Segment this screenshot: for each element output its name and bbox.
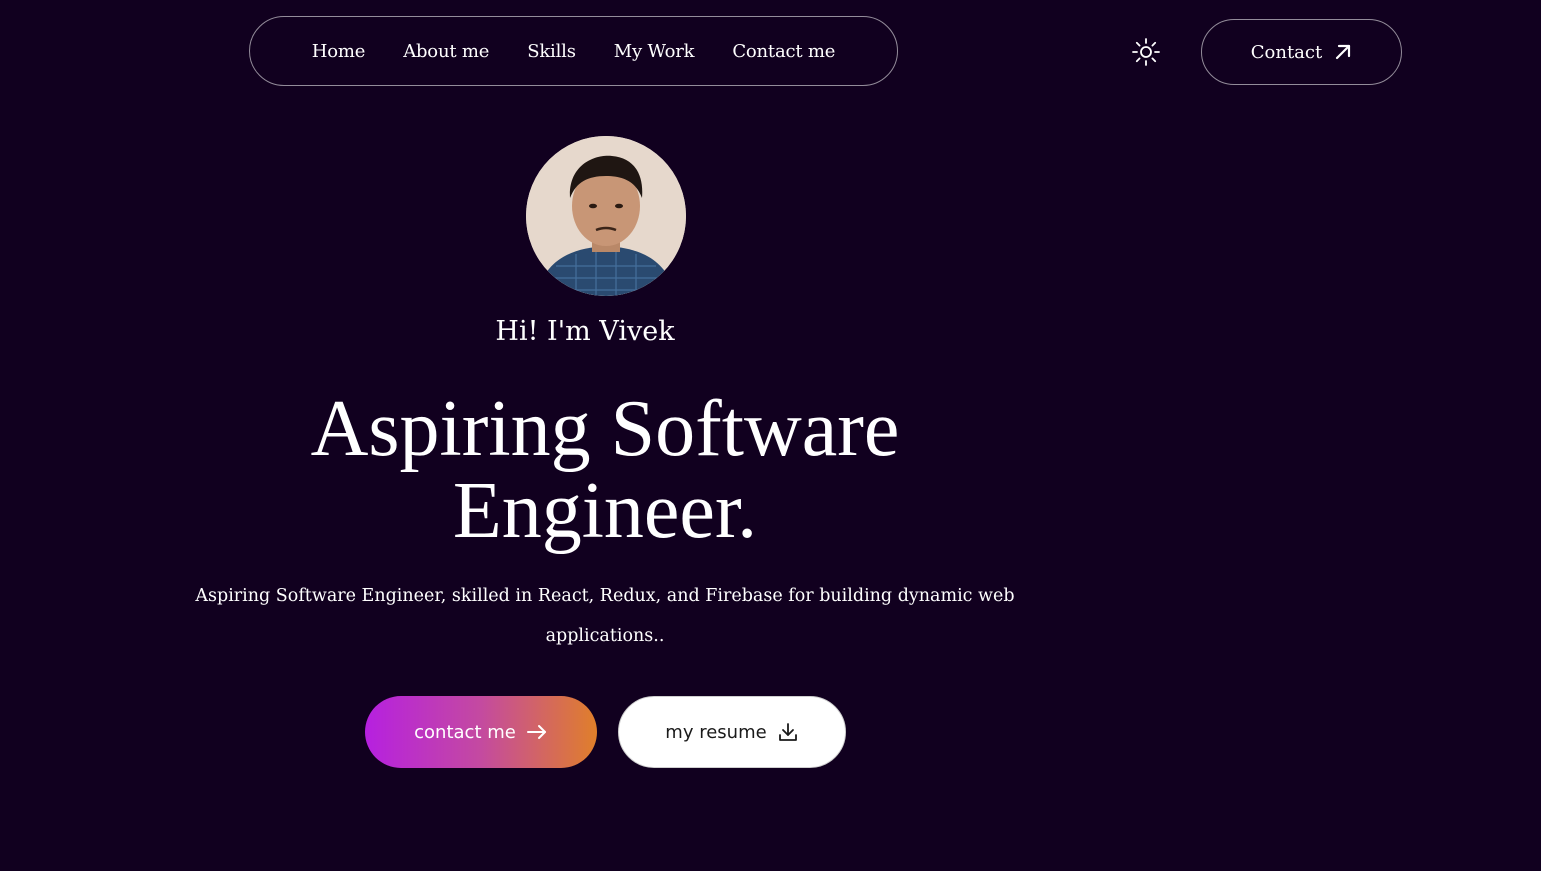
nav-link-home[interactable]: Home [312, 41, 366, 62]
nav-link-my-work[interactable]: My Work [614, 41, 695, 62]
hero-headline: Aspiring Software Engineer. [200, 388, 1010, 552]
main-nav: Home About me Skills My Work Contact me [249, 16, 898, 86]
hero-description: Aspiring Software Engineer, skilled in R… [195, 586, 1015, 646]
contact-button-label: Contact [1250, 41, 1323, 63]
sun-icon [1132, 38, 1160, 66]
theme-toggle-button[interactable] [1128, 34, 1164, 70]
my-resume-button-label: my resume [665, 721, 767, 743]
profile-photo [526, 136, 686, 296]
hero-headline-line-2: Engineer. [452, 467, 758, 555]
contact-me-button[interactable]: contact me [365, 696, 597, 768]
arrow-right-icon [526, 725, 546, 739]
download-icon [778, 723, 797, 741]
nav-link-about[interactable]: About me [403, 41, 489, 62]
contact-me-button-label: contact me [414, 721, 516, 743]
hero-headline-line-1: Aspiring Software [310, 385, 900, 473]
contact-button-top[interactable]: Contact [1201, 19, 1402, 85]
profile-avatar [526, 136, 686, 296]
nav-link-skills[interactable]: Skills [527, 41, 576, 62]
arrow-up-right-icon [1336, 44, 1351, 60]
nav-link-contact-me[interactable]: Contact me [732, 41, 835, 62]
hero-greeting: Hi! I'm Vivek [495, 316, 675, 347]
my-resume-button[interactable]: my resume [618, 696, 846, 768]
